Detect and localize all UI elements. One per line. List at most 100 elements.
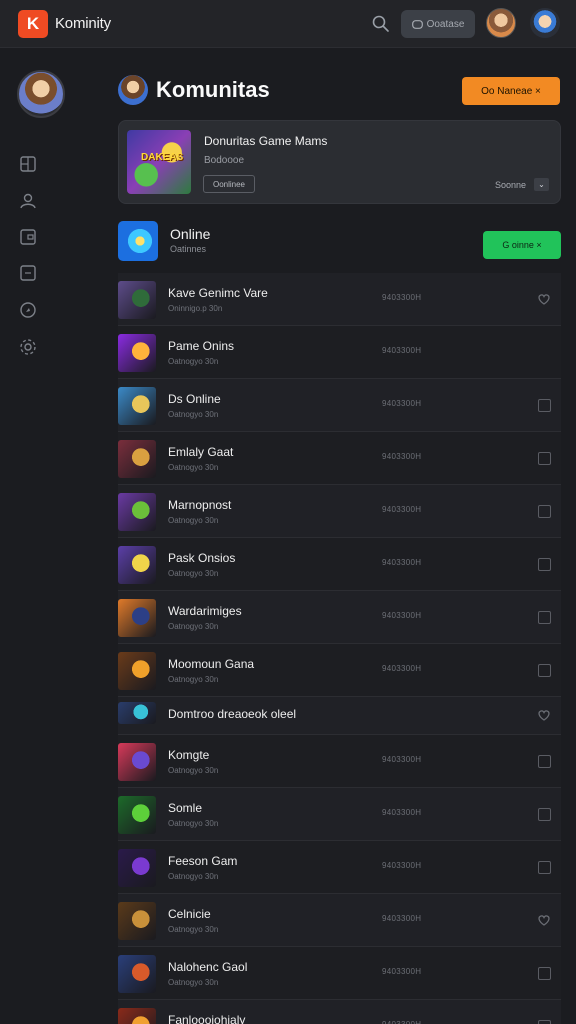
game-thumbnail xyxy=(118,743,156,781)
list-item[interactable]: Celnicie Oatnogyo 30n 9403300H xyxy=(118,894,561,947)
game-subtitle: Oatnogyo 30n xyxy=(168,622,219,631)
game-title: Feeson Gam xyxy=(168,854,238,868)
game-thumbnail xyxy=(118,652,156,690)
row-checkbox[interactable] xyxy=(538,967,551,980)
featured-subtitle: Bodoooe xyxy=(204,155,245,166)
game-thumbnail xyxy=(118,387,156,425)
wallet-icon[interactable] xyxy=(18,227,38,247)
list-item[interactable]: Pame Onins Oatnogyo 30n 9403300H xyxy=(118,326,561,379)
game-subtitle: Oatnogyo 30n xyxy=(168,410,219,419)
heart-icon[interactable] xyxy=(536,707,552,723)
community-avatar xyxy=(118,75,148,105)
list-item[interactable]: Ds Online Oatnogyo 30n 9403300H xyxy=(118,379,561,432)
game-subtitle: Oatnogyo 30n xyxy=(168,463,219,472)
list-item[interactable]: Marnopnost Oatnogyo 30n 9403300H xyxy=(118,485,561,538)
game-subtitle: Oatnogyo 30n xyxy=(168,675,219,684)
go-online-label: G oinne × xyxy=(502,240,542,250)
header-action-button[interactable]: Ooatase xyxy=(401,10,475,38)
game-title: Komgte xyxy=(168,748,210,762)
grid-icon[interactable] xyxy=(18,154,38,174)
game-title: Celnicie xyxy=(168,907,211,921)
row-checkbox[interactable] xyxy=(538,755,551,768)
featured-status-chip[interactable]: Oonlinee xyxy=(203,175,255,193)
gamepad-icon xyxy=(411,19,423,29)
message-icon[interactable] xyxy=(18,263,38,283)
search-icon[interactable] xyxy=(370,13,392,35)
game-thumbnail xyxy=(118,281,156,319)
game-timestamp: 9403300H xyxy=(382,914,422,923)
game-thumbnail xyxy=(118,334,156,372)
logo-letter: K xyxy=(26,14,40,33)
game-title: Pame Onins xyxy=(168,339,235,353)
game-thumbnail xyxy=(118,1008,156,1024)
game-subtitle: Oatnogyo 30n xyxy=(168,516,219,525)
game-subtitle: Oatnogyo 30n xyxy=(168,925,219,934)
new-community-label: Oo Naneae × xyxy=(481,85,541,97)
row-checkbox[interactable] xyxy=(538,399,551,412)
game-subtitle: Oninnigo.p 30n xyxy=(168,304,223,313)
game-timestamp: 9403300H xyxy=(382,346,422,355)
heart-icon[interactable] xyxy=(536,291,552,307)
game-timestamp: 9403300H xyxy=(382,1020,421,1024)
gear-icon[interactable] xyxy=(18,337,38,357)
list-item[interactable]: Domtroo dreaoeok oleel xyxy=(118,697,561,735)
list-item[interactable]: Nalohenc Gaol Oatnogyo 30n 9403300H xyxy=(118,947,561,1000)
featured-thumbnail: DAKEAS xyxy=(127,130,191,194)
game-thumbnail xyxy=(118,493,156,531)
game-title: Emlaly Gaat xyxy=(168,445,234,459)
game-timestamp: 9403300H xyxy=(382,967,422,976)
app-logo[interactable]: K xyxy=(18,10,48,38)
list-item[interactable]: Emlaly Gaat Oatnogyo 30n 9403300H xyxy=(118,432,561,485)
game-thumbnail xyxy=(118,546,156,584)
row-checkbox[interactable] xyxy=(538,664,551,677)
profile-avatar[interactable] xyxy=(530,8,560,38)
list-item[interactable]: Wardarimiges Oatnogyo 30n 9403300H xyxy=(118,591,561,644)
game-timestamp: 9403300H xyxy=(382,861,422,870)
list-item[interactable]: Feeson Gam Oatnogyo 30n 9403300H xyxy=(118,841,561,894)
compass-icon[interactable] xyxy=(18,300,38,320)
featured-title: Donuritas Game Mams xyxy=(204,134,328,148)
game-subtitle: Oatnogyo 30n xyxy=(168,978,219,987)
game-subtitle: Oatnogyo 30n xyxy=(168,357,219,366)
list-item[interactable]: Kave Genimc Vare Oninnigo.p 30n 9403300H xyxy=(118,273,561,326)
heart-icon[interactable] xyxy=(536,912,552,928)
game-timestamp: 9403300H xyxy=(382,755,422,764)
featured-thumbnail-text: DAKEAS xyxy=(141,152,184,163)
avatar[interactable] xyxy=(486,8,516,38)
row-checkbox[interactable] xyxy=(538,611,551,624)
featured-community-card[interactable]: DAKEAS Donuritas Game Mams Bodoooe Oonli… xyxy=(118,120,561,204)
game-title: Pask Onsios xyxy=(168,551,236,565)
game-title: Kave Genimc Vare xyxy=(168,286,268,300)
online-section-subtitle: Oatinnes xyxy=(170,244,207,254)
game-timestamp: 9403300H xyxy=(382,664,422,673)
game-thumbnail xyxy=(118,902,156,940)
row-checkbox[interactable] xyxy=(538,558,551,571)
game-thumbnail xyxy=(118,796,156,834)
chevron-down-icon[interactable]: ⌄ xyxy=(534,178,549,191)
game-subtitle: Oatnogyo 30n xyxy=(168,766,219,775)
list-item[interactable]: FanloooiohialyOatnogyo 30n9403300H xyxy=(118,1000,561,1024)
row-checkbox[interactable] xyxy=(538,452,551,465)
game-thumbnail xyxy=(118,599,156,637)
list-item[interactable]: Pask Onsios Oatnogyo 30n 9403300H xyxy=(118,538,561,591)
game-thumbnail xyxy=(118,702,156,724)
sidebar xyxy=(0,48,65,1024)
sidebar-avatar[interactable] xyxy=(17,70,65,118)
game-subtitle: Oatnogyo 30n xyxy=(168,872,219,881)
game-title: Marnopnost xyxy=(168,498,232,512)
game-subtitle: Oatnogyo 30n xyxy=(168,569,219,578)
list-item[interactable]: Komgte Oatnogyo 30n 9403300H xyxy=(118,735,561,788)
go-online-button[interactable]: G oinne × xyxy=(483,231,561,259)
row-checkbox[interactable] xyxy=(538,1020,551,1024)
game-list: Kave Genimc Vare Oninnigo.p 30n 9403300H Pa… xyxy=(118,273,561,1024)
new-community-button[interactable]: Oo Naneae × xyxy=(462,77,560,105)
game-timestamp: 9403300H xyxy=(382,808,422,817)
row-checkbox[interactable] xyxy=(538,808,551,821)
online-section-title: Online xyxy=(170,226,211,242)
user-icon[interactable] xyxy=(18,191,38,211)
row-checkbox[interactable] xyxy=(538,861,551,874)
list-item[interactable]: Moomoun Gana Oatnogyo 30n 9403300H xyxy=(118,644,561,697)
row-checkbox[interactable] xyxy=(538,505,551,518)
list-item[interactable]: Somle Oatnogyo 30n 9403300H xyxy=(118,788,561,841)
game-thumbnail xyxy=(118,955,156,993)
